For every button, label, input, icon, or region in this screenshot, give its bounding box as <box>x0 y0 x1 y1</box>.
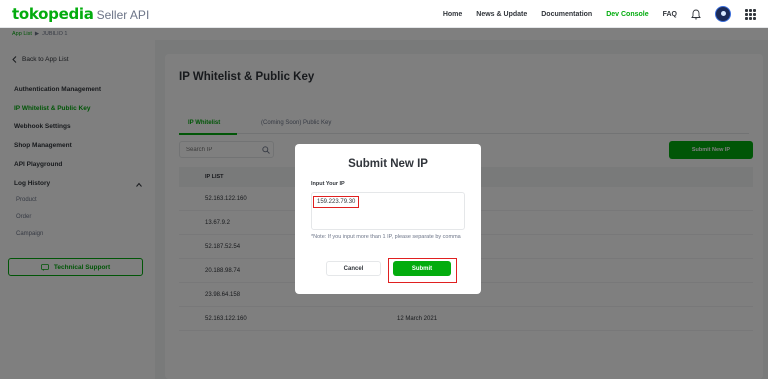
nav-home[interactable]: Home <box>443 11 462 18</box>
nav-documentation[interactable]: Documentation <box>541 11 592 18</box>
ip-input-value: 159.223.79.30 <box>313 196 360 208</box>
tokopedia-logo[interactable]: tokopedia Seller API <box>12 5 149 23</box>
modal-title: Submit New IP <box>348 158 428 170</box>
nav-news-update[interactable]: News & Update <box>476 11 527 18</box>
submit-button[interactable]: Submit <box>393 261 451 276</box>
nav-faq[interactable]: FAQ <box>663 11 677 18</box>
cancel-button[interactable]: Cancel <box>326 261 381 276</box>
ip-input-field[interactable]: 159.223.79.30 <box>311 192 465 230</box>
logo-subtitle: Seller API <box>96 7 150 22</box>
submit-ip-modal: Submit New IP Input Your IP 159.223.79.3… <box>295 144 481 294</box>
ip-input-note: *Note: If you input more than 1 IP, plea… <box>311 234 461 240</box>
nav-links: Home News & Update Documentation Dev Con… <box>443 0 768 28</box>
nav-dev-console[interactable]: Dev Console <box>606 11 648 18</box>
app-grid-icon[interactable] <box>745 8 756 20</box>
top-navbar: tokopedia Seller API Home News & Update … <box>0 0 768 28</box>
logo-brand: tokopedia <box>12 4 94 23</box>
user-avatar[interactable] <box>715 6 731 22</box>
ip-input-label: Input Your IP <box>311 181 345 187</box>
bell-icon[interactable] <box>691 9 701 20</box>
